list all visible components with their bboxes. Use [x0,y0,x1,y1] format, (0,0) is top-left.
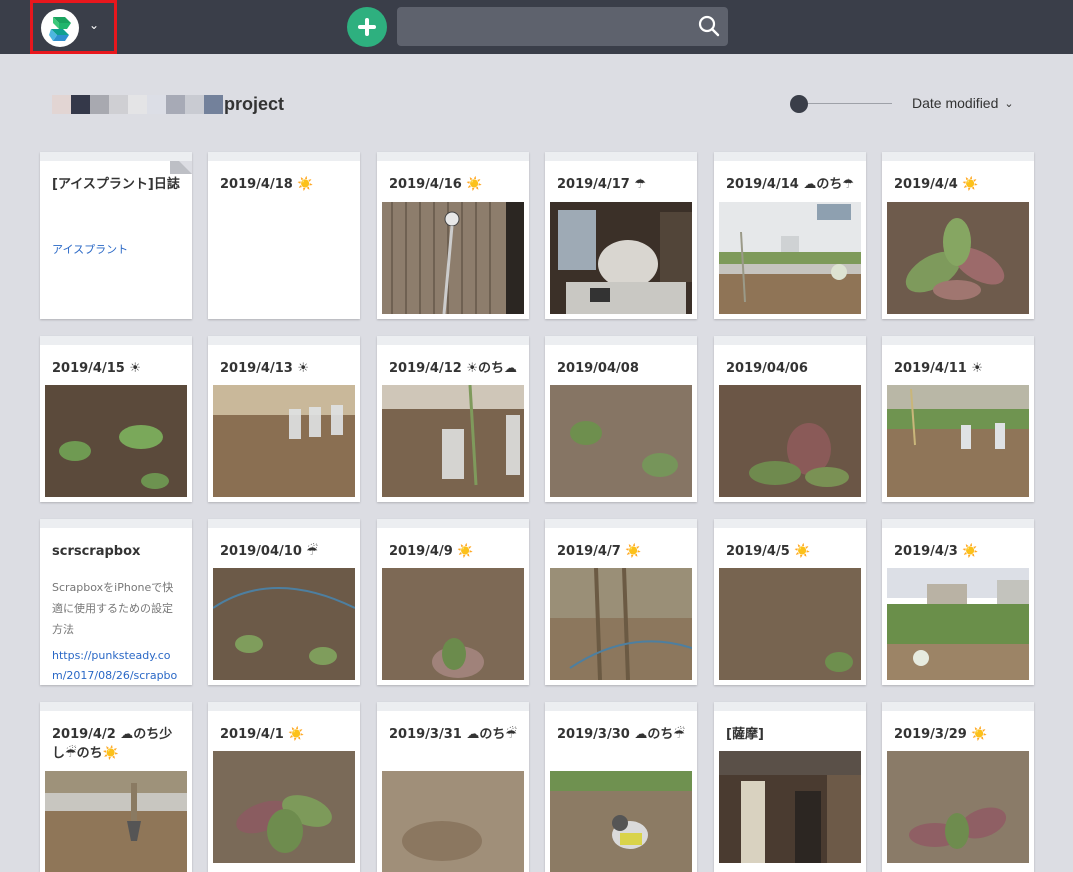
ice-plant-large-photo [213,751,355,863]
card-title: 2019/3/30 ☁のち☔ [557,727,685,742]
card-title: 2019/4/4 ☀️ [894,177,979,192]
dog-garden-photo [550,771,692,872]
page-card[interactable]: 2019/4/11 ☀ [882,336,1034,502]
card-title: 2019/4/11 ☀ [894,361,983,376]
card-title: 2019/04/08 [557,361,639,376]
chevron-down-icon: ⌄ [89,18,100,32]
page-card[interactable]: 2019/4/18 ☀️ [208,152,360,319]
slider-knob[interactable] [790,95,808,113]
card-title: 2019/4/18 ☀️ [220,177,314,192]
new-page-button[interactable] [347,7,387,47]
search-icon[interactable] [698,15,720,37]
gravel-seedlings-photo [550,385,692,497]
page-card[interactable]: 2019/4/2 ☁のち少し☔のち☀️ [40,702,192,872]
sort-label: Date modified [912,95,999,111]
ice-plant-gravel-photo [719,385,861,497]
card-title: 2019/04/06 [726,361,808,376]
ice-plant-closeup-photo [887,202,1029,314]
card-title: [薩摩] [726,727,764,742]
fertilizer-bags-photo [550,202,692,314]
porch-thermometer-photo [382,202,524,314]
page-card[interactable]: 2019/04/10 ☔ [208,519,360,685]
page-card[interactable]: 2019/4/9 ☀️ [377,519,529,685]
page-card[interactable]: [薩摩] [714,702,866,872]
card-title: 2019/4/1 ☀️ [220,727,305,742]
card-text: ScrapboxをiPhoneで快適に使用するための設定方法 [52,581,174,636]
top-bar: ⌄ [0,0,1073,54]
plant-guards-photo [213,385,355,497]
hose-seedlings-photo [213,568,355,680]
page-card[interactable]: 2019/4/12 ☀のち☁ [377,336,529,502]
card-title: 2019/04/10 ☔ [220,544,319,559]
shop-sign-photo [719,751,861,863]
card-size-slider[interactable] [790,95,892,113]
project-title: project [52,92,284,116]
slider-track [800,103,892,104]
card-title: 2019/4/13 ☀ [220,361,309,376]
page-card[interactable]: 2019/4/13 ☀ [208,336,360,502]
garden-bed-house-photo [719,202,861,314]
card-title: 2019/4/17 ☂ [557,177,646,192]
page-card[interactable]: [アイスプラント]日誌 アイスプラント [40,152,192,319]
ice-plant-soil-photo [382,568,524,680]
page-card[interactable]: 2019/04/06 [714,336,866,502]
neighborhood-garden-photo [887,568,1029,680]
soil-closeup-photo [719,568,861,680]
garden-stakes-photo [887,385,1029,497]
seedlings-soil-photo [45,385,187,497]
chevron-down-icon: ⌄ [1004,97,1014,110]
card-title: 2019/4/12 ☀のち☁ [389,361,517,376]
page-card[interactable]: 2019/4/16 ☀️ [377,152,529,319]
garden-sunset-photo [382,385,524,497]
page-card[interactable]: scrscrapbox ScrapboxをiPhoneで快適に使用するための設定… [40,519,192,685]
card-title: 2019/4/9 ☀️ [389,544,474,559]
garden-shovel-photo [45,771,187,872]
card-title: 2019/4/7 ☀️ [557,544,642,559]
sort-dropdown[interactable]: Date modified ⌄ [912,95,1014,111]
project-name: project [224,93,285,114]
page-card[interactable]: 2019/4/15 ☀ [40,336,192,502]
page-card[interactable]: 2019/4/4 ☀️ [882,152,1034,319]
page-card[interactable]: 2019/3/31 ☁のち☔ [377,702,529,872]
page-card[interactable]: 2019/4/1 ☀️ [208,702,360,872]
bare-soil-photo [382,771,524,872]
card-title: 2019/4/3 ☀️ [894,544,979,559]
page-card[interactable]: 2019/3/30 ☁のち☔ [545,702,697,872]
card-title: 2019/4/2 ☁のち少し☔のち☀️ [52,727,173,761]
card-title: 2019/4/5 ☀️ [726,544,811,559]
project-menu-button[interactable]: ⌄ [30,0,117,54]
page-card[interactable]: 2019/4/7 ☀️ [545,519,697,685]
page-card[interactable]: 2019/4/3 ☀️ [882,519,1034,685]
card-link[interactable]: アイスプラント [52,240,182,260]
garden-fence-photo [550,568,692,680]
card-title: 2019/4/14 ☁のち☂ [726,177,854,192]
card-link[interactable]: https://punksteady.com/2017/08/26/scrapb… [52,646,182,685]
page-card[interactable]: 2019/3/29 ☀️ [882,702,1034,872]
card-title: 2019/3/31 ☁のち☔ [389,727,517,742]
page-card[interactable]: 2019/4/14 ☁のち☂ [714,152,866,319]
ice-plant-pebbles-photo [887,751,1029,863]
card-title: 2019/4/16 ☀️ [389,177,483,192]
scrapbox-logo-icon [41,9,79,47]
search-input[interactable] [405,13,689,41]
card-title: scrscrapbox [52,544,141,559]
page-card[interactable]: 2019/4/17 ☂ [545,152,697,319]
search-box [397,7,728,46]
card-title: 2019/4/15 ☀ [52,361,141,376]
pinned-corner-icon [170,161,192,174]
card-title: 2019/3/29 ☀️ [894,727,988,742]
card-title: [アイスプラント]日誌 [52,177,180,192]
page-card[interactable]: 2019/4/5 ☀️ [714,519,866,685]
page-card[interactable]: 2019/04/08 [545,336,697,502]
